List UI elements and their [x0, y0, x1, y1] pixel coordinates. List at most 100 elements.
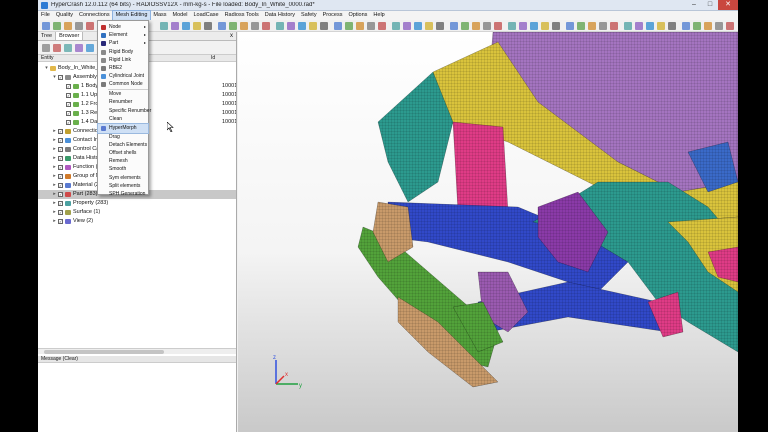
expand-toggle-icon[interactable]: ▸: [52, 199, 57, 208]
open-file-icon[interactable]: [461, 22, 469, 30]
display-icon[interactable]: [320, 22, 328, 30]
tab-browser[interactable]: Browser: [56, 32, 84, 40]
mesh-menu-item-sph-generation[interactable]: SPH Generation: [98, 190, 148, 198]
select-icon[interactable]: [530, 22, 538, 30]
visibility-checkbox[interactable]: ✓: [58, 156, 63, 161]
mesh-menu-item-specific-renumber[interactable]: Specific Renumber: [98, 107, 151, 115]
menu-data-history[interactable]: Data History: [262, 11, 298, 20]
open-file-icon[interactable]: [693, 22, 701, 30]
id-column-header[interactable]: Id: [211, 55, 215, 61]
save-icon[interactable]: [588, 22, 596, 30]
mesh-menu-item-move[interactable]: Move: [98, 90, 148, 98]
expand-toggle-icon[interactable]: ▸: [52, 208, 57, 217]
mesh-menu-item-hypermorph[interactable]: HyperMorph: [97, 123, 149, 134]
visibility-checkbox[interactable]: ✓: [66, 111, 71, 116]
select-icon[interactable]: [414, 22, 422, 30]
menu-mesh-editing[interactable]: Mesh Editing: [111, 10, 152, 21]
tree-horizontal-scrollbar[interactable]: [38, 348, 236, 354]
visibility-checkbox[interactable]: ✓: [58, 210, 63, 215]
open-file-icon[interactable]: [345, 22, 353, 30]
redo-icon[interactable]: [635, 22, 643, 30]
new-file-icon[interactable]: [566, 22, 574, 30]
visibility-checkbox[interactable]: ✓: [66, 93, 71, 98]
display-icon[interactable]: [668, 22, 676, 30]
mesh-menu-item-element[interactable]: Element ▸: [98, 31, 148, 39]
visibility-checkbox[interactable]: ✓: [66, 120, 71, 125]
mesh-menu-item-drag[interactable]: Drag: [98, 133, 148, 141]
export-icon[interactable]: [262, 22, 270, 30]
open-file-icon[interactable]: [229, 22, 237, 30]
new-file-icon[interactable]: [450, 22, 458, 30]
visibility-checkbox[interactable]: ✓: [58, 75, 63, 80]
save-icon[interactable]: [356, 22, 364, 30]
mesh-menu-item-node[interactable]: Node ▸: [98, 23, 148, 31]
mesh-menu-item-renumber[interactable]: Renumber: [98, 98, 148, 106]
save-icon[interactable]: [472, 22, 480, 30]
undo-icon[interactable]: [508, 22, 516, 30]
maximize-button[interactable]: □: [702, 0, 718, 10]
measure-icon[interactable]: [193, 22, 201, 30]
visibility-checkbox[interactable]: ✓: [58, 201, 63, 206]
export-icon[interactable]: [494, 22, 502, 30]
mesh-menu-item-clean[interactable]: Clean: [98, 115, 148, 123]
expand-toggle-icon[interactable]: ▸: [52, 163, 57, 172]
mesh-menu-item-detach-elements[interactable]: Detach Elements: [98, 141, 148, 149]
visibility-checkbox[interactable]: ✓: [58, 138, 63, 143]
tree-tool-icon[interactable]: [75, 44, 83, 52]
menu-file[interactable]: File: [38, 11, 53, 20]
tree-row[interactable]: ▸ ✓ View (2): [38, 217, 236, 226]
display-icon[interactable]: [436, 22, 444, 30]
visibility-checkbox[interactable]: ✓: [58, 165, 63, 170]
graphics-viewport[interactable]: z y x: [238, 32, 738, 432]
select-icon[interactable]: [646, 22, 654, 30]
visibility-checkbox[interactable]: ✓: [66, 102, 71, 107]
import-icon[interactable]: [367, 22, 375, 30]
message-panel-header[interactable]: Message (Clear): [38, 356, 236, 363]
save-icon[interactable]: [240, 22, 248, 30]
import-icon[interactable]: [483, 22, 491, 30]
menu-radioss-tools[interactable]: Radioss Tools: [222, 11, 262, 20]
expand-toggle-icon[interactable]: ▸: [52, 154, 57, 163]
tree-row[interactable]: ▸ ✓ Property (283): [38, 199, 236, 208]
menu-quality[interactable]: Quality: [53, 11, 76, 20]
expand-toggle-icon[interactable]: ▸: [52, 145, 57, 154]
new-file-icon[interactable]: [42, 22, 50, 30]
save-icon[interactable]: [704, 22, 712, 30]
mesh-menu-item-offset-shells[interactable]: Offset shells: [98, 149, 148, 157]
select-icon[interactable]: [182, 22, 190, 30]
export-icon[interactable]: [726, 22, 734, 30]
import-icon[interactable]: [715, 22, 723, 30]
new-file-icon[interactable]: [682, 22, 690, 30]
tree-tool-icon[interactable]: [86, 44, 94, 52]
menu-help[interactable]: Help: [370, 11, 387, 20]
expand-toggle-icon[interactable]: ▸: [52, 172, 57, 181]
visibility-checkbox[interactable]: ✓: [66, 84, 71, 89]
tree-tool-icon[interactable]: [53, 44, 61, 52]
tree-tool-icon[interactable]: [64, 44, 72, 52]
mesh-menu-item-rbe2[interactable]: RBE2: [98, 64, 148, 72]
scrollbar-thumb[interactable]: [44, 350, 164, 354]
undo-icon[interactable]: [160, 22, 168, 30]
tree-tool-icon[interactable]: [42, 44, 50, 52]
import-icon[interactable]: [251, 22, 259, 30]
undo-icon[interactable]: [624, 22, 632, 30]
open-file-icon[interactable]: [53, 22, 61, 30]
visibility-checkbox[interactable]: ✓: [58, 147, 63, 152]
mesh-menu-item-smooth[interactable]: Smooth: [98, 165, 148, 173]
measure-icon[interactable]: [309, 22, 317, 30]
menu-mass[interactable]: Mass: [150, 11, 169, 20]
expand-toggle-icon[interactable]: ▸: [52, 217, 57, 226]
menu-safety[interactable]: Safety: [298, 11, 320, 20]
measure-icon[interactable]: [541, 22, 549, 30]
export-icon[interactable]: [610, 22, 618, 30]
display-icon[interactable]: [552, 22, 560, 30]
measure-icon[interactable]: [425, 22, 433, 30]
visibility-checkbox[interactable]: ✓: [58, 219, 63, 224]
close-window-button[interactable]: ✕: [718, 0, 738, 10]
redo-icon[interactable]: [287, 22, 295, 30]
tree-row[interactable]: ▸ ✓ Surface (1): [38, 208, 236, 217]
visibility-checkbox[interactable]: ✓: [58, 183, 63, 188]
expand-toggle-icon[interactable]: ▸: [52, 127, 57, 136]
mesh-menu-item-rigid-link[interactable]: Rigid Link: [98, 56, 148, 64]
expand-toggle-icon[interactable]: ▾: [44, 64, 49, 73]
